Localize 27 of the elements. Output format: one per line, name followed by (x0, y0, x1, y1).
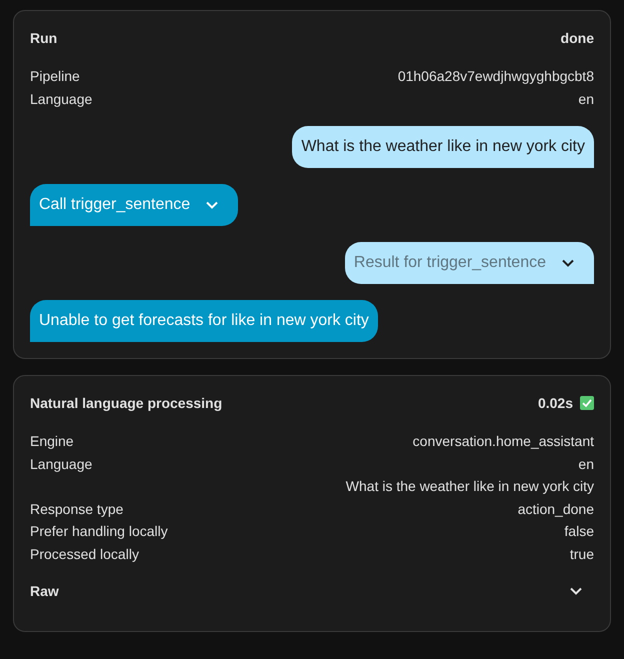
row-value: false (564, 522, 594, 541)
duration: 0.02s (538, 395, 573, 411)
assistant-message-bubble[interactable]: Call trigger_sentence (30, 184, 238, 226)
row-value: What is the weather like in new york city (346, 477, 594, 496)
run-status: done (560, 30, 594, 46)
row-label: Processed locally (30, 544, 139, 564)
row-value: conversation.home_assistant (412, 432, 594, 451)
assistant-message-bubble: Unable to get forecasts for like in new york city (30, 300, 378, 342)
row-label: Engine (30, 432, 74, 451)
row-value: true (570, 544, 594, 564)
row-value: en (578, 90, 594, 108)
row-label: Language (30, 90, 92, 109)
chevron-down-icon (562, 259, 574, 267)
chevron-down-icon (206, 201, 218, 209)
row-label: Prefer handling locally (30, 522, 168, 541)
card-title: Run (30, 30, 58, 46)
chevron-down-icon (570, 587, 582, 595)
row-label: Language (30, 454, 92, 474)
row-value: en (578, 454, 594, 474)
row-value: 01h06a28v7ewdjhwgyghbgcbt8 (398, 67, 594, 86)
row-value: action_done (518, 500, 594, 519)
row-label: Pipeline (30, 67, 80, 86)
raw-expander[interactable]: Raw (30, 579, 594, 603)
user-message-bubble[interactable]: Result for trigger_sentence (344, 242, 594, 284)
card-title: Natural language processing (30, 395, 222, 411)
row-label: Response type (30, 500, 124, 519)
user-message-bubble: What is the weather like in new york city (292, 126, 594, 168)
